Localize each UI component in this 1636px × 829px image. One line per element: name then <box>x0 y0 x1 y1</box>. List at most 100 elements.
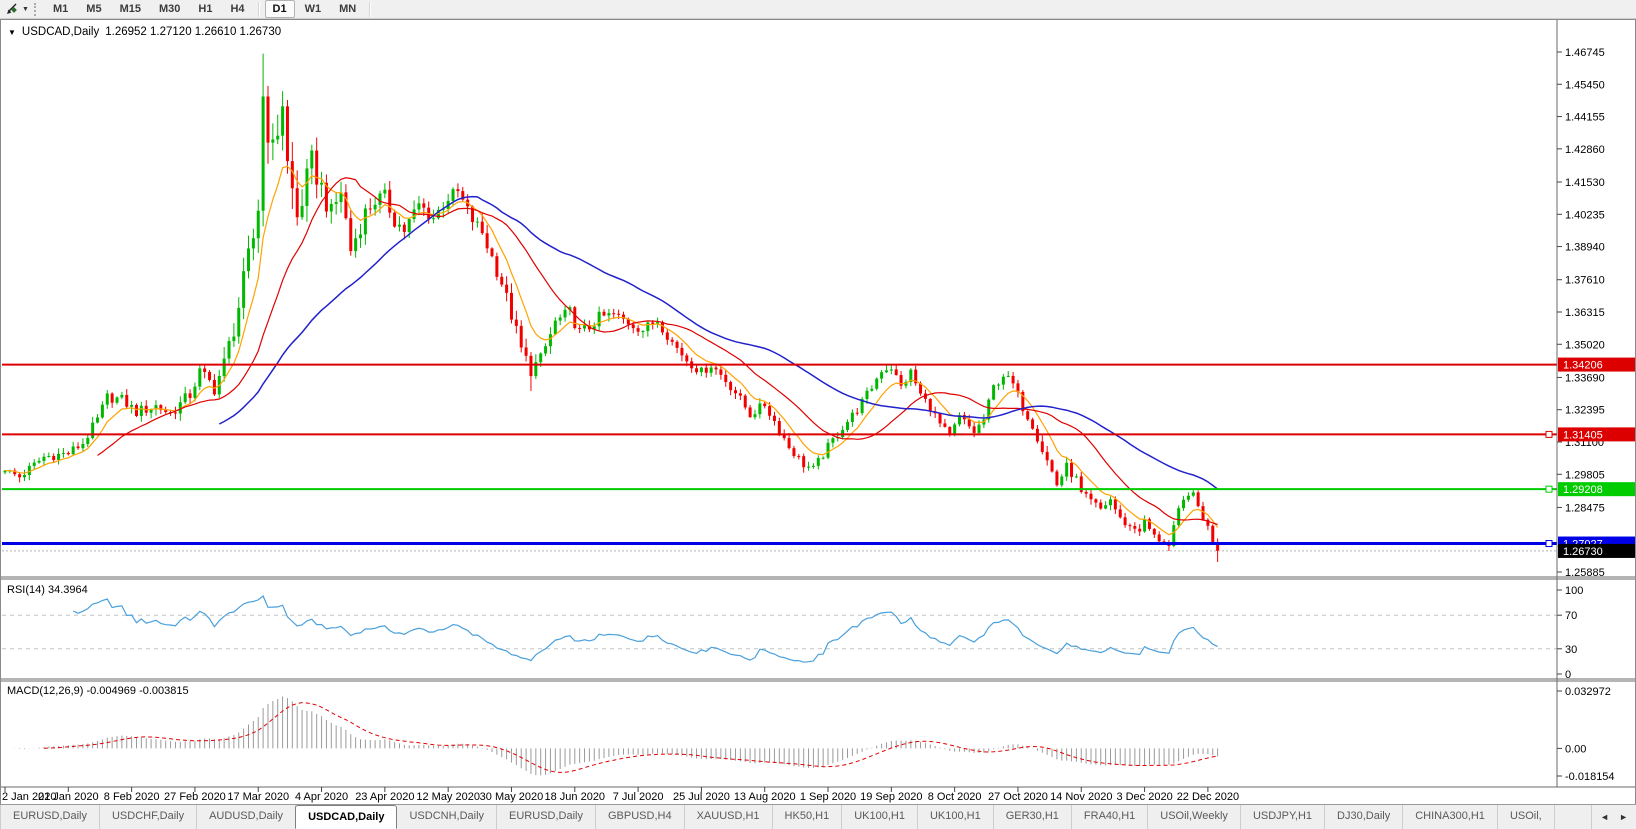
tab-scroll-right-icon[interactable]: ► <box>1619 812 1628 822</box>
timeframe-button-m15[interactable]: M15 <box>112 0 149 18</box>
rsi-level-lines <box>2 615 1557 649</box>
svg-text:19 Sep 2020: 19 Sep 2020 <box>860 791 922 803</box>
timeframe-button-m1[interactable]: M1 <box>45 0 76 18</box>
tab-scroll-left-icon[interactable]: ◄ <box>1600 812 1609 822</box>
macd-signal-line <box>44 703 1218 773</box>
svg-text:1.33690: 1.33690 <box>1565 372 1605 384</box>
svg-text:1.41530: 1.41530 <box>1565 177 1605 189</box>
hline-handle[interactable] <box>1546 431 1552 437</box>
svg-text:12 May 2020: 12 May 2020 <box>416 791 480 803</box>
svg-text:18 Jun 2020: 18 Jun 2020 <box>545 791 606 803</box>
chart-tab-ger30-h1[interactable]: GER30,H1 <box>994 805 1072 829</box>
chart-window: 1.46745 1.45450 1.44155 1.42860 1.41530 1.402… <box>0 19 1636 804</box>
svg-text:1.45450: 1.45450 <box>1565 79 1605 91</box>
svg-text:1 Sep 2020: 1 Sep 2020 <box>800 791 856 803</box>
toolbar-separator <box>369 2 371 17</box>
svg-text:4 Apr 2020: 4 Apr 2020 <box>295 791 348 803</box>
svg-text:1.35020: 1.35020 <box>1565 339 1605 351</box>
timeframe-button-d1[interactable]: D1 <box>265 0 295 18</box>
tab-scroll-buttons: ◄ ► <box>1591 805 1636 829</box>
svg-text:17 Mar 2020: 17 Mar 2020 <box>227 791 289 803</box>
chart-title: ▼ USDCAD,Daily 1.26952 1.27120 1.26610 1… <box>8 26 281 38</box>
chart-symbol-label: USDCAD,Daily <box>22 26 99 38</box>
chart-tab-uk100-h1[interactable]: UK100,H1 <box>842 805 918 829</box>
svg-text:1.26730: 1.26730 <box>1563 546 1603 558</box>
macd-histogram <box>5 696 1218 775</box>
svg-text:13 Aug 2020: 13 Aug 2020 <box>734 791 796 803</box>
svg-text:1.42860: 1.42860 <box>1565 144 1605 156</box>
cursor-tool-dropdown[interactable]: ▼ <box>20 1 31 17</box>
chart-tab-usdjpy-h1[interactable]: USDJPY,H1 <box>1241 805 1325 829</box>
chart-tab-dj30-daily[interactable]: DJ30,Daily <box>1325 805 1403 829</box>
svg-text:1.40235: 1.40235 <box>1565 209 1605 221</box>
chart-tab-hk50-h1[interactable]: HK50,H1 <box>773 805 843 829</box>
cursor-tool-icon <box>5 3 18 16</box>
chart-tab-fra40-h1[interactable]: FRA40,H1 <box>1072 805 1148 829</box>
svg-text:8 Feb 2020: 8 Feb 2020 <box>104 791 160 803</box>
svg-text:22 Dec 2020: 22 Dec 2020 <box>1177 791 1239 803</box>
timeframe-toolbar: M1M5M15M30H1H4 D1W1MN <box>44 0 375 18</box>
chart-tab-xauusd-h1[interactable]: XAUUSD,H1 <box>685 805 773 829</box>
price-chart-canvas[interactable]: 1.46745 1.45450 1.44155 1.42860 1.41530 1.402… <box>1 20 1635 804</box>
macd-axis: 0.032972 0.00 -0.018154 <box>1557 686 1615 783</box>
rsi-indicator-label: RSI(14) 34.3964 <box>7 584 88 596</box>
toolbar-separator <box>258 2 260 17</box>
date-axis: 2 Jan 202021 Jan 20208 Feb 202027 Feb 20… <box>2 787 1239 803</box>
chart-tabs-bar: EURUSD,DailyUSDCHF,DailyAUDUSD,DailyUSDC… <box>0 804 1636 829</box>
chart-tab-usdchf-daily[interactable]: USDCHF,Daily <box>100 805 197 829</box>
svg-text:3 Dec 2020: 3 Dec 2020 <box>1116 791 1172 803</box>
candlestick-series <box>4 54 1220 562</box>
svg-text:0.032972: 0.032972 <box>1565 686 1611 698</box>
timeframe-button-m5[interactable]: M5 <box>78 0 109 18</box>
svg-text:27 Oct 2020: 27 Oct 2020 <box>988 791 1048 803</box>
timeframe-button-h1[interactable]: H1 <box>190 0 220 18</box>
svg-text:14 Nov 2020: 14 Nov 2020 <box>1050 791 1112 803</box>
timeframe-button-m30[interactable]: M30 <box>151 0 188 18</box>
line-price-labels: 1.342061.314051.292081.27027 <box>1558 358 1635 551</box>
chart-tab-uk100-h1[interactable]: UK100,H1 <box>918 805 994 829</box>
rsi-axis: 100 70 30 0 <box>1557 585 1583 681</box>
chart-tab-usdcad-daily[interactable]: USDCAD,Daily <box>295 805 397 829</box>
svg-text:7 Jul 2020: 7 Jul 2020 <box>613 791 664 803</box>
svg-text:100: 100 <box>1565 585 1583 597</box>
collapse-icon[interactable]: ▼ <box>8 27 16 38</box>
current-price-label: 1.26730 <box>1558 544 1635 558</box>
chart-tab-usoil-weekly[interactable]: USOil,Weekly <box>1148 805 1241 829</box>
svg-text:1.46745: 1.46745 <box>1565 47 1605 59</box>
chart-tab-eurusd-daily[interactable]: EURUSD,Daily <box>497 805 596 829</box>
svg-text:1.31405: 1.31405 <box>1563 429 1603 441</box>
svg-text:1.37610: 1.37610 <box>1565 275 1605 287</box>
svg-text:1.32395: 1.32395 <box>1565 405 1605 417</box>
chart-tab-audusd-daily[interactable]: AUDUSD,Daily <box>197 805 296 829</box>
toolbar-grip <box>34 3 39 16</box>
svg-text:8 Oct 2020: 8 Oct 2020 <box>928 791 982 803</box>
chart-tab-china300-h1[interactable]: CHINA300,H1 <box>1403 805 1498 829</box>
hline-handle[interactable] <box>1546 486 1552 492</box>
svg-text:1.44155: 1.44155 <box>1565 112 1605 124</box>
top-toolbar: ▼ M1M5M15M30H1H4 D1W1MN <box>0 0 1636 19</box>
timeframe-button-mn[interactable]: MN <box>331 0 364 18</box>
timeframe-button-h4[interactable]: H4 <box>222 0 252 18</box>
chart-tab-usoil-[interactable]: USOil, <box>1498 805 1555 829</box>
svg-text:21 Jan 2020: 21 Jan 2020 <box>38 791 99 803</box>
svg-text:25 Jul 2020: 25 Jul 2020 <box>673 791 730 803</box>
hline-handle[interactable] <box>1546 541 1552 547</box>
svg-text:1.36315: 1.36315 <box>1565 307 1605 319</box>
cursor-tool-button[interactable] <box>2 1 20 17</box>
chart-tab-usdcnh-daily[interactable]: USDCNH,Daily <box>397 805 497 829</box>
svg-text:1.28475: 1.28475 <box>1565 502 1605 514</box>
svg-text:70: 70 <box>1565 610 1577 622</box>
macd-indicator-label: MACD(12,26,9) -0.004969 -0.003815 <box>7 685 189 697</box>
moving-average-8 <box>5 166 1218 534</box>
svg-text:-0.018154: -0.018154 <box>1565 771 1615 783</box>
moving-average-45 <box>219 197 1217 490</box>
svg-text:1.38940: 1.38940 <box>1565 242 1605 254</box>
timeframe-button-w1[interactable]: W1 <box>297 0 330 18</box>
svg-text:0.00: 0.00 <box>1565 743 1586 755</box>
svg-text:0: 0 <box>1565 669 1571 681</box>
svg-text:1.25885: 1.25885 <box>1565 567 1605 579</box>
chart-tab-eurusd-daily[interactable]: EURUSD,Daily <box>0 805 100 829</box>
svg-text:30: 30 <box>1565 644 1577 656</box>
svg-text:1.29208: 1.29208 <box>1563 484 1603 496</box>
chart-tab-gbpusd-h4[interactable]: GBPUSD,H4 <box>596 805 685 829</box>
